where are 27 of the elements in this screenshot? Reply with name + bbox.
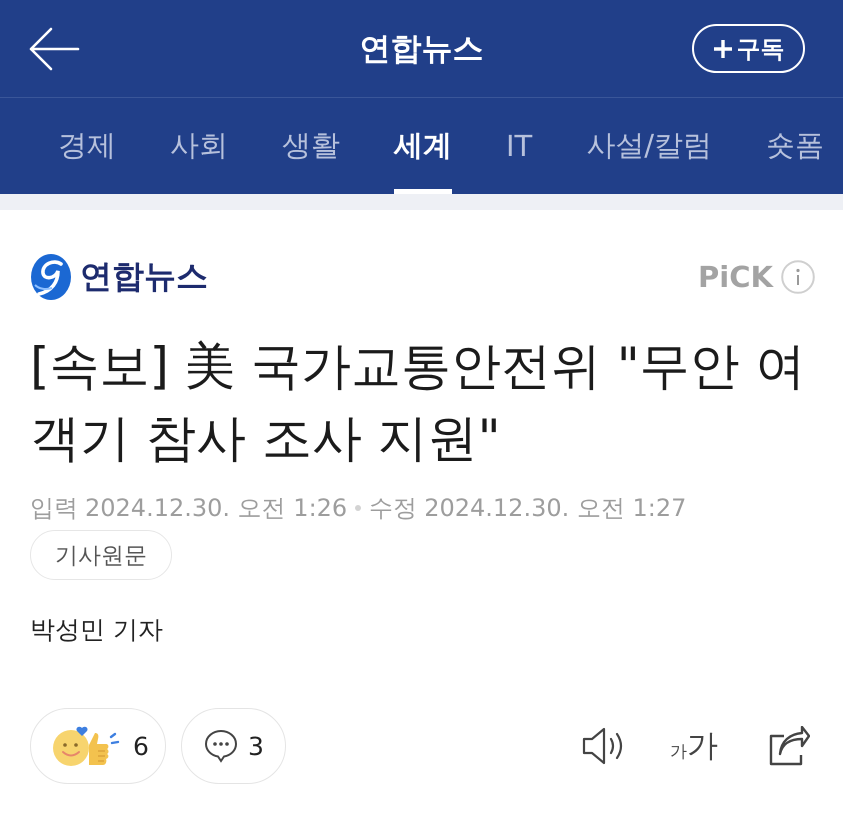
category-tab[interactable]: 사설/칼럼 — [586, 98, 712, 194]
speech-bubble-icon — [204, 729, 238, 763]
category-tab[interactable]: 숏폼 — [766, 98, 824, 194]
pick-label: PiCK — [698, 260, 773, 294]
press-logo-emblem-icon — [30, 253, 72, 301]
comment-button[interactable]: 3 — [181, 708, 286, 784]
subscribe-button[interactable]: 구독 — [692, 24, 805, 73]
article-headline: [속보] 美 국가교통안전위 "무안 여객기 참사 조사 지원" — [30, 336, 807, 469]
timestamp-value: 2024.12.30. 오전 1:26 — [85, 493, 348, 524]
category-tab[interactable]: 사회 — [170, 98, 228, 194]
back-arrow-icon[interactable] — [28, 26, 80, 70]
reaction-button[interactable]: 6 — [30, 708, 166, 784]
timestamp-label: 입력 — [30, 493, 78, 524]
separator-dot-icon — [355, 505, 362, 511]
timestamp-value: 2024.12.30. 오전 1:27 — [424, 493, 686, 524]
reporter-byline: 박성민 기자 — [30, 614, 163, 646]
app-title: 연합뉴스 — [360, 30, 484, 68]
category-tab[interactable]: 경제 — [58, 98, 116, 194]
original-article-button[interactable]: 기사원문 — [30, 530, 172, 580]
info-icon[interactable] — [781, 260, 815, 294]
category-tab[interactable]: IT — [506, 98, 532, 194]
category-tab[interactable]: 생활 — [282, 98, 340, 194]
share-icon[interactable] — [768, 726, 810, 766]
timestamp-label: 수정 — [369, 493, 418, 524]
press-logo-text: 연합뉴스 — [80, 256, 208, 297]
font-size-button[interactable]: 가가 — [670, 730, 718, 762]
plus-icon — [712, 38, 732, 58]
